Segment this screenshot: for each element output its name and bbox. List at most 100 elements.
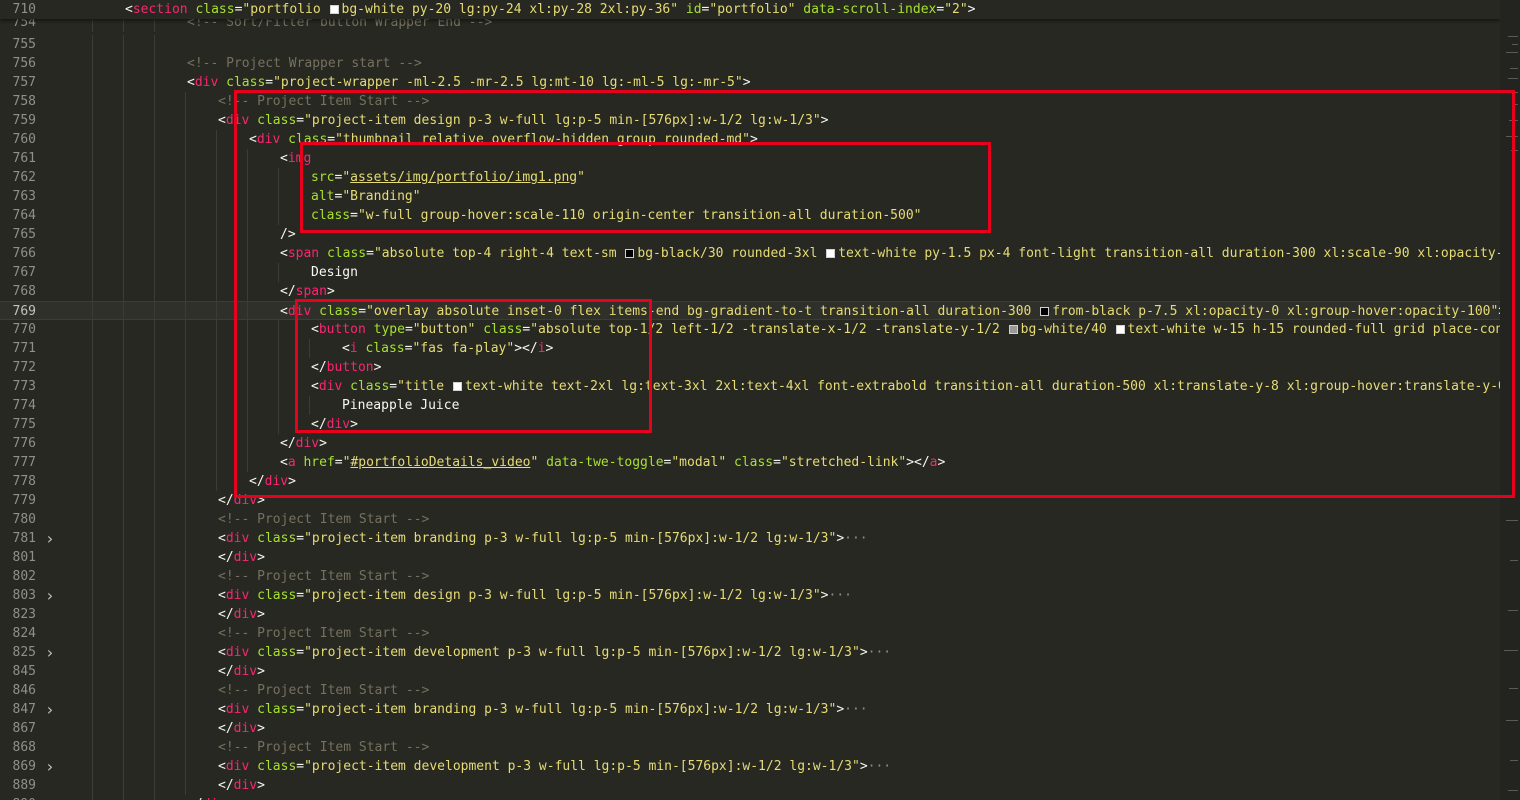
code-line[interactable]: 757 <div class="project-wrapper -ml-2.5 -… [0, 73, 1500, 92]
code-line[interactable]: 824 <!-- Project Item Start --> [0, 624, 1500, 643]
text-content: Pineapple Juice [342, 398, 460, 413]
fold-chevron-right-icon[interactable]: › [45, 586, 57, 605]
code-content: </div> [63, 415, 358, 434]
code-line[interactable]: 771 <i class="fas fa-play"></i> [0, 339, 1500, 358]
code-content: </button> [63, 358, 381, 377]
punctuation: < [218, 113, 226, 128]
punctuation: < [311, 379, 319, 394]
comment: <!-- Project Item Start --> [218, 512, 430, 527]
vertical-scrollbar[interactable] [1500, 0, 1520, 800]
indent-guide [185, 624, 186, 643]
code-line[interactable]: 761 <img [0, 149, 1500, 168]
code-line[interactable]: 769 <div class="overlay absolute inset-0 … [0, 301, 1500, 321]
code-line[interactable]: 825 › <div class="project-item development… [0, 643, 1500, 662]
indent-guide [154, 187, 155, 206]
folded-ellipsis[interactable]: ··· [868, 645, 891, 660]
code-line[interactable]: 780 <!-- Project Item Start --> [0, 510, 1500, 529]
attribute-name: class [483, 322, 523, 337]
code-line[interactable]: 869 › <div class="project-item development… [0, 757, 1500, 776]
color-swatch-icon[interactable] [1115, 325, 1125, 334]
code-line[interactable]: 776 </div> [0, 434, 1500, 453]
fold-chevron-right-icon[interactable]: › [45, 757, 57, 776]
code-line[interactable]: 823 </div> [0, 605, 1500, 624]
punctuation [218, 75, 226, 90]
code-line[interactable]: 762 src="assets/img/portfolio/img1.png" [0, 168, 1500, 187]
punctuation [249, 702, 257, 717]
indent-guide [154, 662, 155, 681]
code-line[interactable]: 801 </div> [0, 548, 1500, 567]
indent-guide [154, 358, 155, 377]
attribute-value: bg-white py-20 lg:py-24 xl:py-28 2xl:py-… [341, 2, 679, 17]
code-line[interactable]: 803 › <div class="project-item design p-3 … [0, 586, 1500, 605]
indent-guide [154, 776, 155, 795]
line-number: 759 [12, 113, 36, 128]
code-line[interactable]: 845 </div> [0, 662, 1500, 681]
indent-guide [247, 434, 248, 453]
folded-ellipsis[interactable]: ··· [844, 702, 867, 717]
code-line[interactable]: 759 <div class="project-item design p-3 w… [0, 111, 1500, 130]
code-line[interactable]: 868 <!-- Project Item Start --> [0, 738, 1500, 757]
folded-ellipsis[interactable]: ··· [844, 531, 867, 546]
code-content: <!-- Project Item Start --> [63, 681, 429, 700]
code-content: </div> [63, 605, 265, 624]
indent-guide [123, 472, 124, 491]
color-swatch-icon[interactable] [452, 382, 462, 391]
fold-chevron-right-icon[interactable]: › [45, 700, 57, 719]
fold-chevron-right-icon[interactable]: › [45, 529, 57, 548]
code-line[interactable]: 802 <!-- Project Item Start --> [0, 567, 1500, 586]
code-line[interactable]: 773 <div class="title text-white text-2xl… [0, 377, 1500, 396]
indent-guide [185, 187, 186, 206]
code-line[interactable]: 755 [0, 35, 1500, 54]
link-value[interactable]: #portfolioDetails_video [350, 455, 530, 470]
code-line[interactable]: 770 <button type="button" class="absolute… [0, 320, 1500, 339]
code-line[interactable]: 765 /> [0, 225, 1500, 244]
folded-ellipsis[interactable]: ··· [868, 759, 891, 774]
code-line[interactable]: 779 </div> [0, 491, 1500, 510]
code-line[interactable]: 781 › <div class="project-item branding p-… [0, 529, 1500, 548]
code-line[interactable]: 758 <!-- Project Item Start --> [0, 92, 1500, 111]
code-line[interactable]: 764 class="w-full group-hover:scale-110 o… [0, 206, 1500, 225]
line-number: 777 [12, 455, 36, 470]
indent-guide [154, 434, 155, 453]
code-line[interactable]: 778 </div> [0, 472, 1500, 491]
punctuation: > [288, 474, 296, 489]
code-content: <div class="title text-white text-2xl lg… [63, 377, 1500, 396]
color-swatch-icon[interactable] [1040, 307, 1050, 316]
folded-ellipsis[interactable]: ··· [829, 588, 852, 603]
indent-guide [216, 244, 217, 263]
code-line[interactable]: 890 </div> [0, 795, 1500, 800]
code-line[interactable]: 772 </button> [0, 358, 1500, 377]
link-value[interactable]: assets/img/portfolio/img1.png [350, 170, 577, 185]
code-line[interactable]: 756 <!-- Project Wrapper start --> [0, 54, 1500, 73]
code-line[interactable]: 760 <div class="thumbnail relative overfl… [0, 130, 1500, 149]
code-line[interactable]: 847 › <div class="project-item branding p-… [0, 700, 1500, 719]
color-swatch-icon[interactable] [1008, 325, 1018, 334]
color-swatch-icon[interactable] [625, 249, 635, 258]
line-number: 771 [12, 341, 36, 356]
punctuation: > [257, 607, 265, 622]
tag-name: div [264, 474, 289, 489]
indent-guide [154, 548, 155, 567]
code-line[interactable]: 766 <span class="absolute top-4 right-4 t… [0, 244, 1500, 263]
code-line[interactable]: 774 Pineapple Juice [0, 396, 1500, 415]
comment: <!-- Project Item Start --> [218, 626, 430, 641]
indent-guide [154, 643, 155, 662]
color-swatch-icon[interactable] [329, 5, 339, 14]
color-swatch-icon[interactable] [826, 249, 836, 258]
overview-ruler-mark [1506, 520, 1518, 521]
code-line[interactable]: 889 </div> [0, 776, 1500, 795]
code-line[interactable]: 775 </div> [0, 415, 1500, 434]
punctuation: = [296, 645, 305, 660]
sticky-scroll-line[interactable]: 710 <section class = "portfolio bg-white py… [0, 0, 1500, 19]
code-line[interactable]: 767 Design [0, 263, 1500, 282]
tag-name: div [233, 607, 258, 622]
code-line[interactable]: 777 <a href="#portfolioDetails_video" dat… [0, 453, 1500, 472]
code-line[interactable]: 846 <!-- Project Item Start --> [0, 681, 1500, 700]
fold-chevron-right-icon[interactable]: › [45, 643, 57, 662]
code-line[interactable]: 867 </div> [0, 719, 1500, 738]
code-line[interactable]: 768 </span> [0, 282, 1500, 301]
code-editor[interactable]: 710 <section class="portfolio bg-white py… [0, 0, 1500, 800]
indent-guide [92, 738, 93, 757]
code-content: </div> [63, 662, 265, 681]
code-line[interactable]: 763 alt="Branding" [0, 187, 1500, 206]
